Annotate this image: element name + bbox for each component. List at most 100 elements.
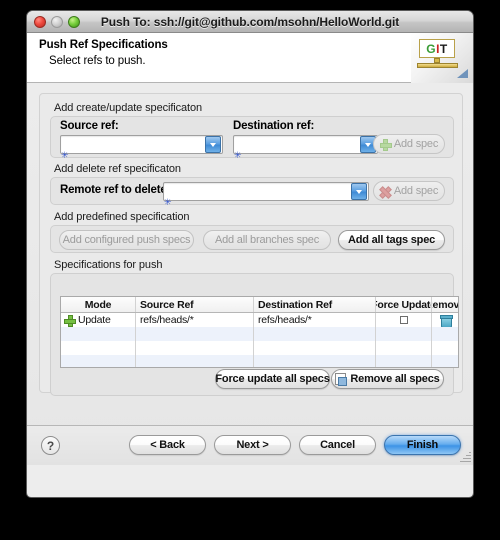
- group-frame-create-update: Source ref: ✳ Destination ref: ✳ Add spe…: [50, 116, 454, 160]
- cell-empty: [376, 355, 432, 367]
- next-button[interactable]: Next >: [214, 435, 291, 455]
- required-marker: ✳: [234, 150, 242, 160]
- add-spec-create-button[interactable]: Add spec: [373, 134, 445, 154]
- force-update-all-specs-label: Force update all specs: [215, 373, 330, 385]
- group-label-specs: Specifications for push: [54, 259, 163, 271]
- next-label: Next >: [236, 439, 269, 451]
- push-dialog-window: Push To: ssh://git@github.com/msohn/Hell…: [26, 10, 474, 498]
- source-ref-label: Source ref:: [60, 120, 119, 132]
- cell-empty: [61, 341, 136, 355]
- add-all-tags-spec-label: Add all tags spec: [347, 234, 436, 246]
- add-all-branches-spec-label: Add all branches spec: [214, 234, 320, 246]
- column-header-source-ref[interactable]: Source Ref: [136, 297, 254, 312]
- cell-empty: [136, 327, 254, 341]
- cell-remove[interactable]: [432, 313, 458, 327]
- cell-mode-label: Update: [78, 314, 111, 326]
- group-specifications-for-push: Specifications for push Mode Source Ref …: [50, 259, 459, 396]
- remove-all-specs-button[interactable]: Remove all specs: [331, 369, 444, 389]
- source-ref-combo[interactable]: ✳: [60, 135, 223, 160]
- add-spec-delete-label: Add spec: [393, 185, 439, 197]
- git-logo-triangle: [457, 69, 468, 78]
- chevron-down-icon[interactable]: [205, 136, 221, 153]
- window-title: Push To: ssh://git@github.com/msohn/Hell…: [100, 14, 400, 29]
- git-logo-base: [417, 63, 458, 68]
- group-frame-specs: Mode Source Ref Destination Ref Force Up…: [50, 273, 459, 396]
- add-configured-push-specs-label: Add configured push specs: [62, 234, 191, 246]
- resize-grip[interactable]: [459, 451, 471, 463]
- table-row-empty: [61, 341, 458, 355]
- cell-empty: [432, 341, 458, 355]
- git-logo-screen: GIT: [419, 39, 455, 58]
- chevron-down-icon[interactable]: [351, 183, 367, 200]
- column-header-mode[interactable]: Mode: [61, 297, 136, 312]
- navigation-buttons: < Back Next > Cancel Finish: [129, 435, 461, 455]
- cell-empty: [254, 341, 376, 355]
- page-title: Push Ref Specifications: [39, 39, 168, 51]
- remove-document-icon: [335, 373, 348, 386]
- back-label: < Back: [150, 439, 185, 451]
- table-row-empty: [61, 355, 458, 367]
- git-logo-letter-t: T: [439, 41, 448, 56]
- content-panel: Add create/update specificaton Source re…: [39, 93, 463, 396]
- group-add-predefined: Add predefined specification Add configu…: [50, 211, 454, 253]
- add-configured-push-specs-button[interactable]: Add configured push specs: [59, 230, 194, 250]
- git-logo-icon: GIT: [411, 33, 473, 83]
- cell-empty: [61, 327, 136, 341]
- add-all-branches-spec-button[interactable]: Add all branches spec: [203, 230, 331, 250]
- remote-ref-label: Remote ref to delete:: [60, 184, 171, 196]
- cell-empty: [254, 327, 376, 341]
- add-all-tags-spec-button[interactable]: Add all tags spec: [338, 230, 445, 250]
- cell-empty: [376, 341, 432, 355]
- page-subtitle: Select refs to push.: [49, 55, 146, 67]
- close-button[interactable]: [34, 16, 46, 28]
- group-add-create-update: Add create/update specificaton Source re…: [50, 102, 454, 160]
- column-header-force-update[interactable]: Force Update: [376, 297, 432, 312]
- finish-button[interactable]: Finish: [384, 435, 461, 455]
- add-spec-create-label: Add spec: [393, 138, 439, 150]
- help-button[interactable]: ?: [41, 436, 60, 455]
- remove-all-specs-label: Remove all specs: [350, 373, 440, 385]
- required-marker: ✳: [61, 150, 69, 160]
- group-frame-delete-ref: Remote ref to delete: ✳ Add spec: [50, 177, 454, 207]
- cell-empty: [432, 327, 458, 341]
- column-header-remove[interactable]: Remove: [432, 297, 458, 312]
- cancel-button[interactable]: Cancel: [299, 435, 376, 455]
- cell-mode: Update: [61, 313, 136, 327]
- cancel-label: Cancel: [320, 439, 355, 451]
- table-row[interactable]: Update refs/heads/* refs/heads/*: [61, 313, 458, 327]
- group-add-delete-ref: Add delete ref specificaton Remote ref t…: [50, 163, 454, 207]
- cell-empty: [376, 327, 432, 341]
- force-update-all-specs-button[interactable]: Force update all specs: [215, 369, 330, 389]
- group-label-predefined: Add predefined specification: [54, 211, 190, 223]
- group-frame-predefined: Add configured push specs Add all branch…: [50, 225, 454, 253]
- window-controls: [34, 16, 80, 28]
- group-label-create-update: Add create/update specificaton: [54, 102, 203, 114]
- cell-force-update[interactable]: [376, 313, 432, 327]
- zoom-button[interactable]: [68, 16, 80, 28]
- window-titlebar: Push To: ssh://git@github.com/msohn/Hell…: [27, 11, 473, 33]
- minimize-button[interactable]: [51, 16, 63, 28]
- remote-ref-combo[interactable]: ✳: [163, 182, 369, 207]
- required-marker: ✳: [164, 197, 172, 207]
- dialog-body: Add create/update specificaton Source re…: [27, 83, 473, 465]
- finish-label: Finish: [406, 439, 439, 451]
- add-spec-delete-button[interactable]: Add spec: [373, 181, 445, 201]
- git-logo-letter-g: G: [426, 41, 437, 56]
- plus-icon: [379, 139, 392, 151]
- cell-empty: [254, 355, 376, 367]
- trash-icon[interactable]: [439, 314, 453, 327]
- group-label-delete-ref: Add delete ref specificaton: [54, 163, 181, 175]
- delete-x-icon: [380, 186, 390, 196]
- cell-empty: [61, 355, 136, 367]
- cell-destination-ref: refs/heads/*: [254, 313, 376, 327]
- column-header-destination-ref[interactable]: Destination Ref: [254, 297, 376, 312]
- back-button[interactable]: < Back: [129, 435, 206, 455]
- cell-source-ref: refs/heads/*: [136, 313, 254, 327]
- cell-empty: [432, 355, 458, 367]
- cell-empty: [136, 341, 254, 355]
- destination-ref-combo[interactable]: ✳: [233, 135, 378, 160]
- specifications-table[interactable]: Mode Source Ref Destination Ref Force Up…: [60, 296, 459, 368]
- wizard-banner: Push Ref Specifications Select refs to p…: [27, 33, 473, 83]
- force-update-checkbox[interactable]: [399, 316, 408, 324]
- destination-ref-label: Destination ref:: [233, 120, 315, 132]
